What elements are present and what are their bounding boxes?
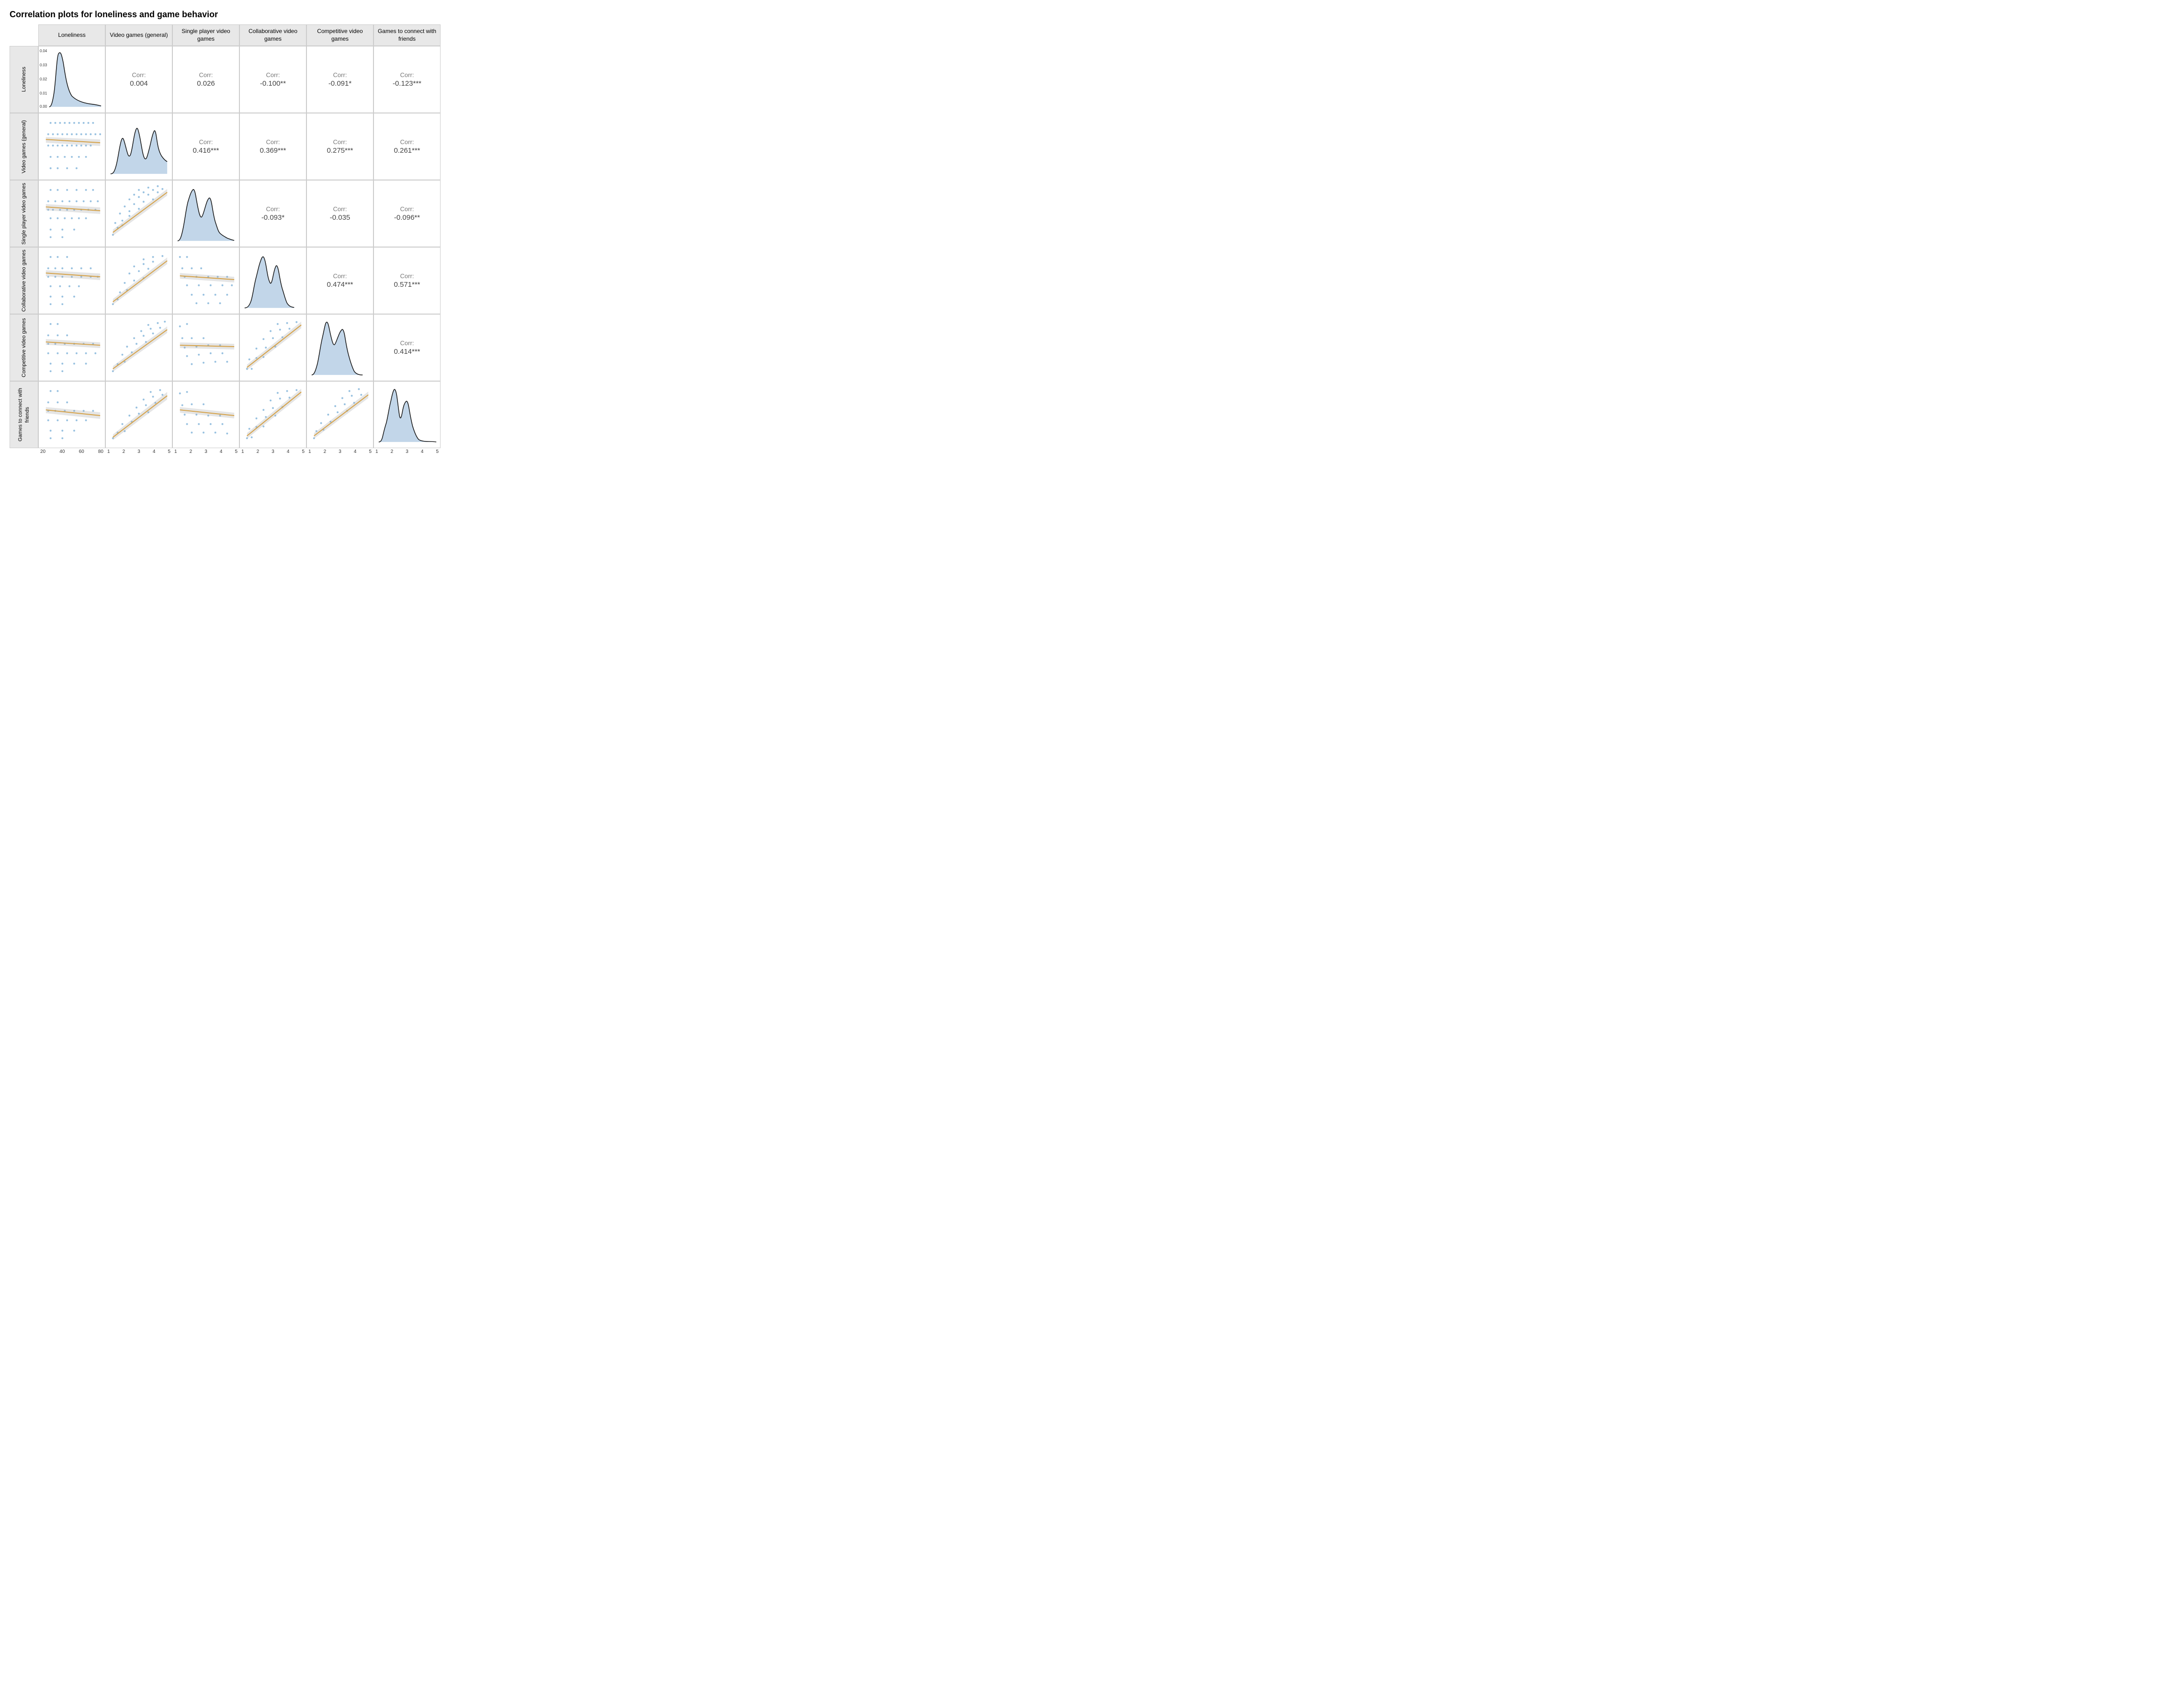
row-label-5: Games to connect with friends bbox=[10, 381, 38, 448]
row-label-2: Single player video games bbox=[10, 180, 38, 247]
matrix-row-1: Corr: 0.416*** Corr: 0.369*** Corr: 0.27… bbox=[38, 113, 441, 180]
row-label-4: Competitive video games bbox=[10, 314, 38, 381]
cell-r3c4: Corr: 0.474*** bbox=[306, 247, 373, 314]
cell-r0c1: Corr: 0.004 bbox=[105, 46, 172, 113]
axis-label-3: 12345 bbox=[239, 448, 306, 455]
cell-r5c2 bbox=[172, 381, 239, 448]
cell-diag-4 bbox=[306, 314, 373, 381]
col-headers: Loneliness Video games (general) Single … bbox=[38, 24, 2174, 46]
cell-r0c5: Corr: -0.123*** bbox=[373, 46, 441, 113]
row-label-0: Loneliness bbox=[10, 46, 38, 113]
cell-r2c3: Corr: -0.093* bbox=[239, 180, 306, 247]
col-header-3: Collaborative video games bbox=[239, 24, 306, 46]
cell-r2c1 bbox=[105, 180, 172, 247]
col-header-1: Video games (general) bbox=[105, 24, 172, 46]
matrix-row-5 bbox=[38, 381, 441, 448]
axis-label-5: 12345 bbox=[373, 448, 441, 455]
axis-label-4: 12345 bbox=[306, 448, 373, 455]
cell-r4c5: Corr: 0.414*** bbox=[373, 314, 441, 381]
cell-r4c0 bbox=[38, 314, 105, 381]
svg-text:0.00: 0.00 bbox=[40, 104, 47, 109]
cell-r3c1 bbox=[105, 247, 172, 314]
bottom-axis: 20406080 12345 12345 12345 12345 12345 bbox=[38, 448, 2174, 455]
cell-r5c4 bbox=[306, 381, 373, 448]
cell-r4c2 bbox=[172, 314, 239, 381]
cell-r1c2: Corr: 0.416*** bbox=[172, 113, 239, 180]
cell-r5c0 bbox=[38, 381, 105, 448]
axis-label-0: 20406080 bbox=[38, 448, 105, 455]
cell-diag-2 bbox=[172, 180, 239, 247]
cell-r2c0 bbox=[38, 180, 105, 247]
cell-diag-3 bbox=[239, 247, 306, 314]
matrix-row-3: Corr: 0.474*** Corr: 0.571*** bbox=[38, 247, 441, 314]
cell-r3c5: Corr: 0.571*** bbox=[373, 247, 441, 314]
cell-r5c1 bbox=[105, 381, 172, 448]
col-header-5: Games to connect with friends bbox=[373, 24, 441, 46]
svg-text:0.02: 0.02 bbox=[40, 77, 47, 81]
row-label-1: Video games (general) bbox=[10, 113, 38, 180]
svg-text:0.04: 0.04 bbox=[40, 49, 47, 53]
matrix-row-2: Corr: -0.093* Corr: -0.035 Corr: -0.096*… bbox=[38, 180, 441, 247]
matrix-body: Loneliness Video games (general) Single … bbox=[10, 46, 2174, 448]
cell-r3c0 bbox=[38, 247, 105, 314]
cell-r1c3: Corr: 0.369*** bbox=[239, 113, 306, 180]
row-labels: Loneliness Video games (general) Single … bbox=[10, 46, 38, 448]
matrix-rows: 0.04 0.03 0.02 0.01 0.00 Corr: 0.004 bbox=[38, 46, 441, 448]
cell-diag-1 bbox=[105, 113, 172, 180]
cell-r1c0 bbox=[38, 113, 105, 180]
row-label-3: Collaborative video games bbox=[10, 247, 38, 314]
axis-label-2: 12345 bbox=[172, 448, 239, 455]
axis-label-1: 12345 bbox=[105, 448, 172, 455]
cell-diag-5 bbox=[373, 381, 441, 448]
cell-r4c1 bbox=[105, 314, 172, 381]
svg-text:0.03: 0.03 bbox=[40, 63, 47, 68]
col-header-0: Loneliness bbox=[38, 24, 105, 46]
matrix-container: Loneliness Video games (general) Single … bbox=[10, 24, 2174, 455]
cell-r1c4: Corr: 0.275*** bbox=[306, 113, 373, 180]
cell-r0c2: Corr: 0.026 bbox=[172, 46, 239, 113]
matrix-row-4: Corr: 0.414*** bbox=[38, 314, 441, 381]
cell-r1c5: Corr: 0.261*** bbox=[373, 113, 441, 180]
cell-r2c4: Corr: -0.035 bbox=[306, 180, 373, 247]
cell-r4c3 bbox=[239, 314, 306, 381]
cell-r3c2 bbox=[172, 247, 239, 314]
cell-diag-0: 0.04 0.03 0.02 0.01 0.00 bbox=[38, 46, 105, 113]
svg-text:0.01: 0.01 bbox=[40, 91, 47, 96]
cell-r0c4: Corr: -0.091* bbox=[306, 46, 373, 113]
col-header-4: Competitive video games bbox=[306, 24, 373, 46]
matrix-row-0: 0.04 0.03 0.02 0.01 0.00 Corr: 0.004 bbox=[38, 46, 441, 113]
cell-r5c3 bbox=[239, 381, 306, 448]
cell-r0c3: Corr: -0.100** bbox=[239, 46, 306, 113]
chart-title: Correlation plots for loneliness and gam… bbox=[10, 10, 2174, 20]
col-header-2: Single player video games bbox=[172, 24, 239, 46]
cell-r2c5: Corr: -0.096** bbox=[373, 180, 441, 247]
